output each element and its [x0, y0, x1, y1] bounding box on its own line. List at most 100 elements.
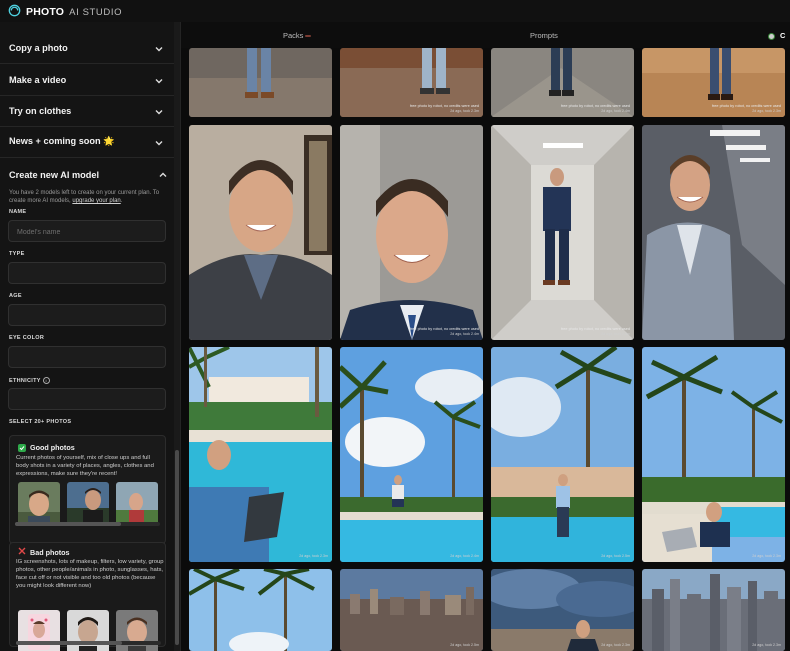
chevron-down-icon [154, 41, 164, 52]
name-field-wrapper [8, 220, 166, 243]
gallery-photo[interactable] [189, 125, 332, 340]
ethnicity-label-text: ETHNICITY [9, 377, 41, 384]
scrollbar-thumb[interactable] [175, 450, 179, 645]
tab-bar: Packs Prompts C [181, 22, 790, 48]
sidebar: Copy a photo Make a video Try on clothes… [0, 22, 181, 651]
new-badge [305, 35, 312, 38]
photo-caption: 2d ago, took 2.4m [450, 554, 479, 559]
top-bar: PHOTO AI STUDIO [0, 0, 790, 22]
section-label: Make a video [9, 74, 67, 85]
photo-caption: 2d ago, took 2.3m [752, 554, 781, 559]
good-example-photo [67, 482, 109, 526]
photo-caption: 2d ago, took 2.5m [601, 554, 630, 559]
bad-photos-heading: Bad photos [18, 547, 70, 557]
gallery-photo[interactable]: free photo by robot, no credits were use… [642, 48, 785, 117]
photo-caption: 2d ago, took 2.3m [299, 554, 328, 559]
chevron-down-icon [154, 135, 164, 146]
gallery-photo[interactable]: 2d ago, took 2.3m [642, 569, 785, 651]
select-photos-label: SELECT 20+ PHOTOS [9, 419, 72, 425]
name-label: NAME [9, 209, 27, 215]
section-make-a-video[interactable]: Make a video [0, 64, 174, 96]
good-example-photo [116, 482, 158, 526]
gallery-photo[interactable]: free photo by robot, no credits were use… [491, 48, 634, 117]
photo-caption: free photo by robot, no credits were use… [561, 104, 630, 114]
age-label: AGE [9, 293, 22, 299]
gallery-photo[interactable]: 2d ago, took 2.3m [189, 347, 332, 562]
section-label: Try on clothes [9, 105, 72, 116]
scrollbar-thumb[interactable] [15, 522, 121, 526]
horizontal-scrollbar[interactable] [16, 641, 161, 645]
photo-caption: free photo by robot, no credits were use… [712, 104, 781, 114]
section-try-on-clothes[interactable]: Try on clothes [0, 95, 174, 127]
create-model-description: You have 2 models left to create on your… [9, 189, 169, 205]
bad-photos-title: Bad photos [30, 547, 70, 557]
good-photos-heading: Good photos [18, 443, 75, 452]
gallery-photo[interactable]: free photo by robot, no credits were use… [340, 125, 483, 340]
section-news-coming-soon[interactable]: News + coming soon 🌟 [0, 126, 174, 158]
app-logo[interactable]: PHOTO AI STUDIO [8, 4, 122, 20]
scrollbar-thumb[interactable] [16, 641, 122, 645]
gallery-photo[interactable] [642, 125, 785, 340]
caption-meta: 2d ago, took 2.4m [450, 554, 479, 558]
section-copy-a-photo[interactable]: Copy a photo [0, 32, 174, 64]
eye-color-select[interactable] [8, 346, 166, 368]
tab-packs[interactable]: Packs [283, 31, 312, 40]
status-dot-icon [768, 32, 775, 40]
bad-photos-text: IG screenshots, lots of makeup, filters,… [16, 559, 164, 589]
horizontal-scrollbar[interactable] [15, 522, 160, 526]
gallery-photo[interactable]: 2d ago, took 2.3m [491, 569, 634, 651]
photo-caption: 2d ago, took 2.5m [450, 643, 479, 648]
caption-meta: 2d ago, took 2.3m [752, 554, 781, 558]
tab-label: Prompts [530, 31, 558, 40]
tab-label: C [780, 31, 786, 40]
photo-caption: 2d ago, took 2.3m [752, 643, 781, 648]
checkmark-icon [18, 443, 26, 452]
gallery-photo[interactable]: free photo by robot, no credits were use… [491, 125, 634, 340]
caption-meta: 2d ago, took 2.3m [752, 643, 781, 647]
caption-meta: 2d ago, took 2.3m [601, 643, 630, 647]
good-example-photo [18, 482, 60, 526]
good-photos-text: Current photos of yourself, mix of close… [16, 455, 154, 477]
section-label: Copy a photo [9, 42, 68, 53]
gallery-photo[interactable]: 2d ago, took 2.5m [491, 347, 634, 562]
upgrade-plan-link[interactable]: upgrade your plan [72, 198, 120, 204]
gallery-photo[interactable] [189, 569, 332, 651]
chevron-up-icon[interactable] [158, 167, 168, 177]
create-model-title[interactable]: Create new AI model [9, 170, 99, 180]
name-input[interactable] [9, 222, 165, 243]
gallery-photo[interactable]: 2d ago, took 2.5m [340, 569, 483, 651]
photo-caption: free photo by robot, no credits were use… [561, 327, 630, 337]
tab-create[interactable]: C [768, 31, 785, 40]
type-select[interactable] [8, 262, 166, 284]
main-gallery: Packs Prompts C free photo by robot, no … [181, 22, 790, 651]
type-label: TYPE [9, 251, 25, 257]
good-photos-title: Good photos [30, 443, 75, 452]
gallery-photo[interactable] [189, 48, 332, 117]
app-name-suffix: AI STUDIO [69, 6, 123, 18]
age-select[interactable] [8, 304, 166, 326]
caption-meta: 2d ago, took 2.3m [601, 332, 630, 336]
caption-meta: 2d ago, took 2.3m [299, 554, 328, 558]
photo-caption: 2d ago, took 2.3m [601, 643, 630, 648]
tab-prompts[interactable]: Prompts [530, 31, 558, 40]
description-end: . [120, 198, 123, 204]
gallery-photo[interactable]: 2d ago, took 2.3m [642, 347, 785, 562]
caption-meta: 2d ago, took 2.5m [450, 643, 479, 647]
gallery-photo[interactable]: free photo by robot, no credits were use… [340, 48, 483, 117]
caption-meta: 2d ago, took 2.5m [601, 554, 630, 558]
section-label: News + coming soon 🌟 [9, 136, 115, 146]
chevron-down-icon [154, 73, 164, 84]
photo-caption: free photo by robot, no credits were use… [410, 327, 479, 337]
logo-icon [8, 4, 21, 20]
caption-meta: 2d ago, took 2.4m [601, 109, 630, 113]
sidebar-scrollbar[interactable] [174, 22, 180, 651]
ethnicity-label: ETHNICITY i [9, 377, 50, 384]
chevron-down-icon [154, 104, 164, 115]
caption-meta: 2d ago, took 2.4m [450, 332, 479, 336]
ethnicity-select[interactable] [8, 388, 166, 410]
gallery-photo[interactable]: 2d ago, took 2.4m [340, 347, 483, 562]
app-name: PHOTO [26, 6, 65, 18]
info-icon[interactable]: i [42, 377, 50, 384]
caption-meta: 2d ago, took 2.3m [450, 109, 479, 113]
bad-photos-card: Bad photos IG screenshots, lots of makeu… [9, 542, 166, 651]
